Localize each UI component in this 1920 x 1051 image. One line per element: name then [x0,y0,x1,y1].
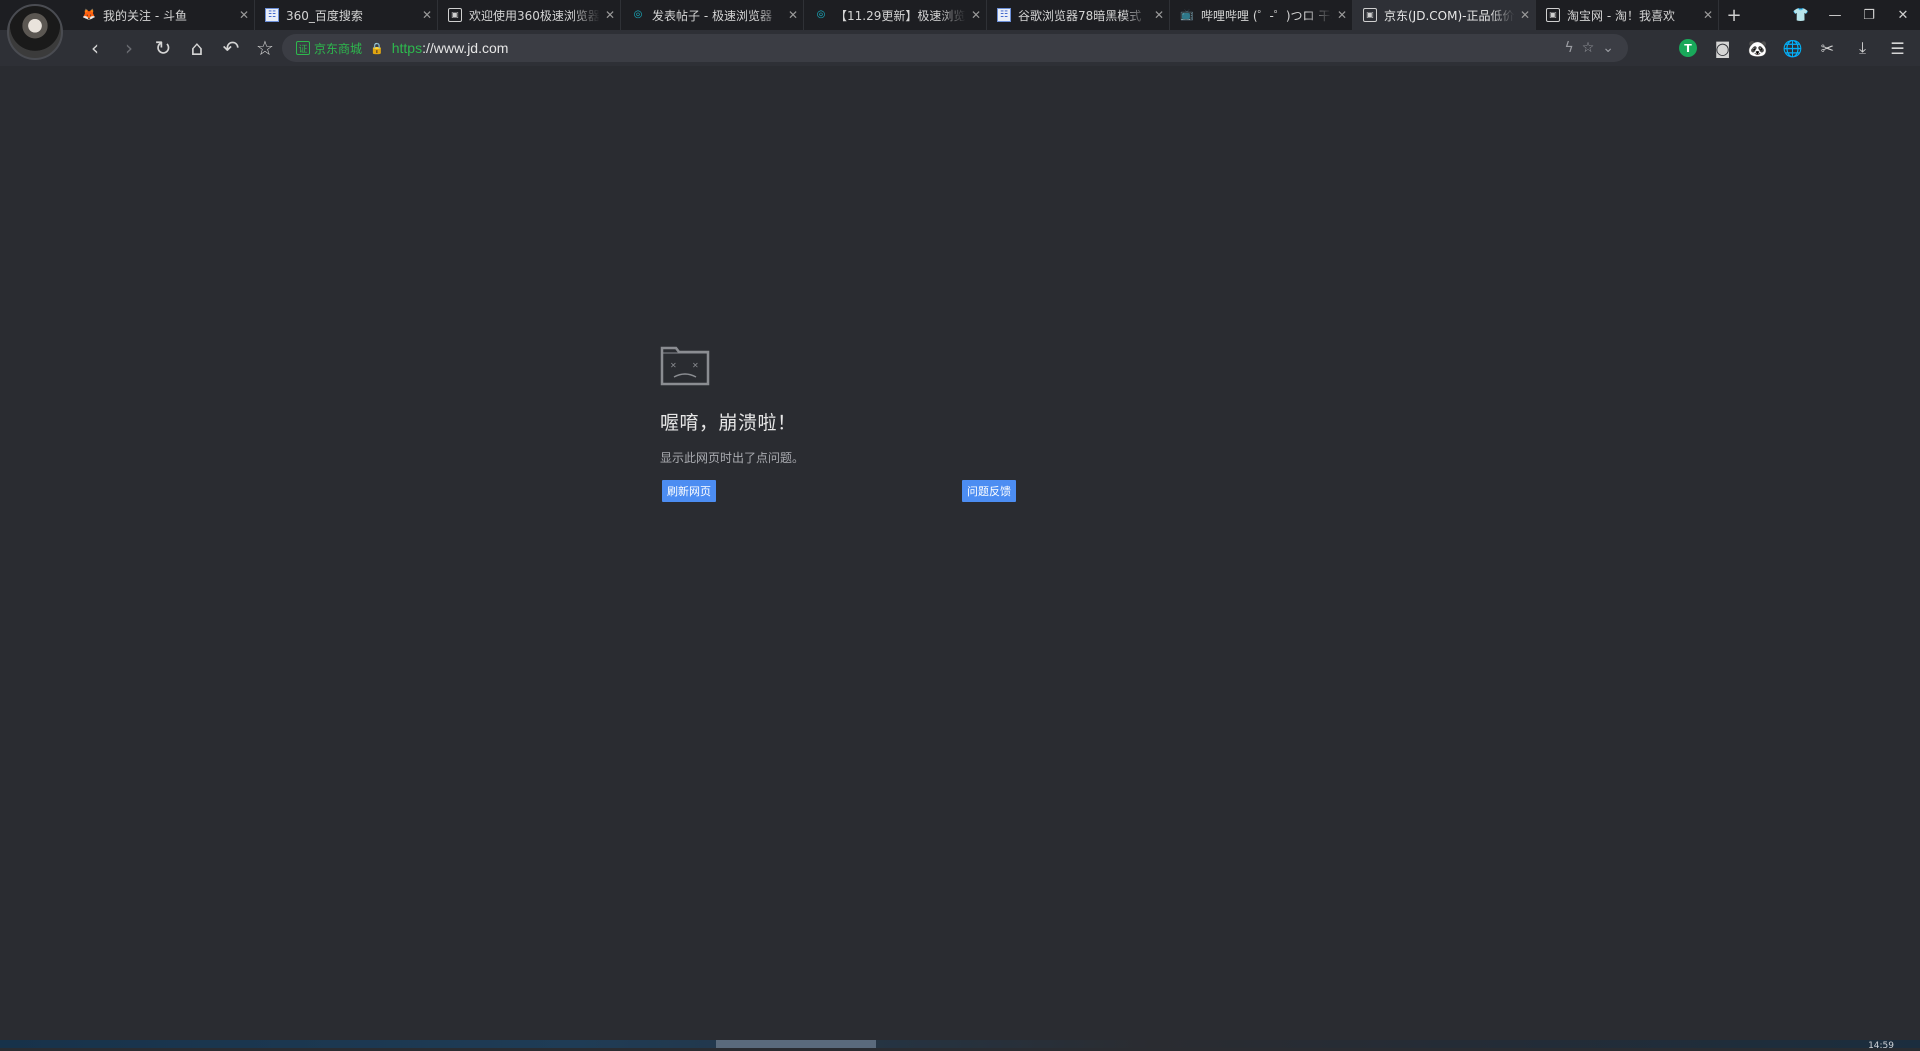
windows-grid-icon[interactable] [1646,40,1661,55]
tab-baidu-search[interactable]: ☷ 360_百度搜索 ✕ [255,0,438,30]
tab-close-icon[interactable]: ✕ [417,8,437,22]
svg-text:✕: ✕ [670,361,677,370]
tab-title: 淘宝网 - 淘！我喜欢 [1567,8,1675,23]
tab-close-icon[interactable]: ✕ [234,8,254,22]
download-icon[interactable]: ⤓ [1845,30,1880,66]
tab-close-icon[interactable]: ✕ [1698,8,1718,22]
address-bar-actions: ϟ ☆ ⌄ [1564,34,1614,62]
undo-close-icon[interactable]: ↶ [214,30,248,66]
extension-page-icon: ▣ [1363,8,1377,22]
tab-douyu[interactable]: 🦊 我的关注 - 斗鱼 ✕ [72,0,255,30]
extension-toolbar: T ◙ 🐼 🌐 ✂ ⤓ ☰ [1636,30,1915,66]
close-window-icon[interactable]: ✕ [1886,0,1920,30]
tab-title: 360_百度搜索 [286,8,363,23]
360-forum-icon: ◎ [633,9,643,20]
address-bar[interactable]: 证 京东商城 🔒 https://www.jd.com ϟ ☆ ⌄ [282,34,1628,62]
scissors-icon[interactable]: ✂ [1810,30,1845,66]
crash-description: 显示此网页时出了点问题。 [660,451,805,465]
tab-title: 京东(JD.COM)-正品低价 [1384,8,1515,23]
restore-icon[interactable]: ❐ [1852,0,1886,30]
tab-post-thread[interactable]: ◎ 发表帖子 - 极速浏览器 ✕ [621,0,804,30]
favorite-star-icon[interactable]: ☆ [1582,40,1595,56]
lock-icon[interactable]: 🔒 [370,42,384,55]
tab-title: 谷歌浏览器78暗黑模式 [1018,8,1142,23]
skin-icon[interactable]: 👕 [1784,0,1818,30]
globe-extension-icon[interactable]: 🌐 [1775,30,1810,66]
crash-page: ✕ ✕ 喔唷，崩溃啦！ 显示此网页时出了点问题。 刷新网页 问题反馈 [660,344,1020,502]
url-text[interactable]: https://www.jd.com [392,40,509,56]
url-host: ://www.jd.com [422,40,509,56]
tab-chrome-dark-mode[interactable]: ☷ 谷歌浏览器78暗黑模式 ✕ [987,0,1170,30]
tab-close-icon[interactable]: ✕ [783,8,803,22]
toolbar: ‹ › ↻ ⌂ ↶ ☆ 证 京东商城 🔒 https://www.jd.com … [0,30,1920,66]
tab-bilibili[interactable]: 📺 哔哩哔哩 (゜-゜)つロ 干杯 ✕ [1170,0,1353,30]
certificate-icon: 证 [296,41,310,55]
bilibili-icon: 📺 [1180,8,1194,21]
svg-text:✕: ✕ [692,361,699,370]
tab-title: 我的关注 - 斗鱼 [103,8,187,23]
chevron-down-icon[interactable]: ⌄ [1602,40,1614,56]
extension-page-icon: ▣ [1546,8,1560,22]
baidu-icon: ☷ [997,8,1011,22]
tab-close-icon[interactable]: ✕ [966,8,986,22]
panda-extension-icon[interactable]: 🐼 [1740,30,1775,66]
tab-strip: 🦊 我的关注 - 斗鱼 ✕ ☷ 360_百度搜索 ✕ ▣ 欢迎使用360极速浏览… [72,0,1749,30]
tab-update-news[interactable]: ◎ 【11.29更新】极速浏览器 ✕ [804,0,987,30]
sad-folder-icon: ✕ ✕ [660,346,710,386]
menu-icon[interactable]: ☰ [1880,30,1915,66]
reload-page-button[interactable]: 刷新网页 [662,480,716,502]
feedback-button[interactable]: 问题反馈 [962,480,1016,502]
crash-title: 喔唷，崩溃啦！ [660,412,797,434]
bookmark-star-icon[interactable]: ☆ [248,30,282,66]
taskbar-clock: 14:59 [1868,1041,1894,1051]
window-controls: 👕 — ❐ ✕ [1784,0,1920,30]
site-identity-badge[interactable]: 证 京东商城 [296,40,362,57]
tab-close-icon[interactable]: ✕ [600,8,620,22]
tab-title: 哔哩哔哩 (゜-゜)つロ 干杯 [1201,8,1332,23]
tab-close-icon[interactable]: ✕ [1149,8,1169,22]
url-scheme: https [391,40,423,56]
site-name: 京东商城 [314,41,363,56]
user-avatar[interactable] [7,4,63,60]
taskbar-edge [0,1040,1920,1048]
tab-jd[interactable]: ▣ 京东(JD.COM)-正品低价 ✕ [1353,0,1536,30]
new-tab-button[interactable]: + [1719,0,1749,30]
home-icon[interactable]: ⌂ [180,30,214,66]
lightning-icon[interactable]: ϟ [1564,40,1573,56]
navigation-buttons: ‹ › ↻ ⌂ ↶ ☆ [78,30,282,66]
extension-page-icon: ▣ [448,8,462,22]
tab-close-icon[interactable]: ✕ [1332,8,1352,22]
tab-welcome-360[interactable]: ▣ 欢迎使用360极速浏览器 ✕ [438,0,621,30]
baidu-icon: ☷ [265,8,279,22]
translate-extension-icon[interactable]: T [1679,39,1697,57]
tab-title: 发表帖子 - 极速浏览器 [652,8,772,23]
tab-title: 欢迎使用360极速浏览器 [469,8,600,23]
reload-icon[interactable]: ↻ [146,30,180,66]
360-forum-icon: ◎ [816,9,826,20]
taskbar-active-app[interactable] [716,1040,876,1048]
tab-close-icon[interactable]: ✕ [1515,8,1535,22]
back-icon[interactable]: ‹ [78,30,112,66]
mask-extension-icon[interactable]: ◙ [1705,30,1740,66]
tab-taobao[interactable]: ▣ 淘宝网 - 淘！我喜欢 ✕ [1536,0,1719,30]
tab-title: 【11.29更新】极速浏览器 [835,8,966,23]
minimize-icon[interactable]: — [1818,0,1852,30]
title-bar: 🦊 我的关注 - 斗鱼 ✕ ☷ 360_百度搜索 ✕ ▣ 欢迎使用360极速浏览… [0,0,1920,30]
douyu-icon: 🦊 [82,8,96,21]
forward-icon[interactable]: › [112,30,146,66]
